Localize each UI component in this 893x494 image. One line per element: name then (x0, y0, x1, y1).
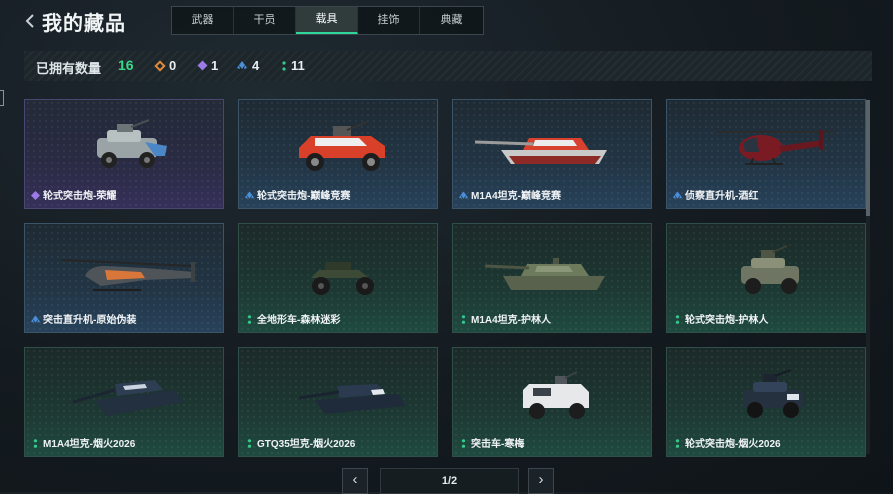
tank-image (298, 384, 405, 414)
green-rarity-value: 11 (291, 58, 305, 73)
owned-stats-bar: 已拥有数量 16 0 1 4 11 (24, 51, 872, 81)
collection-grid: 轮式突击炮-荣耀 轮式突击炮-巅峰竞赛 M1A4坦克-巅峰竞赛 侦察直升机-酒红… (24, 99, 870, 457)
purple-rarity-icon (31, 191, 40, 200)
page-title: 我的藏品 (42, 13, 126, 35)
item-name: M1A4坦克-巅峰竞赛 (471, 191, 562, 202)
collection-card[interactable]: 轮式突击炮-巅峰竞赛 (238, 99, 438, 209)
blue-rarity-icon (237, 61, 247, 69)
collection-card[interactable]: 突击车-寒梅 (452, 347, 652, 457)
buggy-image (299, 121, 385, 171)
top-bar: 我的藏品 武器 干员 载具 挂饰 典藏 (0, 0, 893, 44)
collection-card[interactable]: M1A4坦克-烟火2026 (24, 347, 224, 457)
helicopter-image (717, 130, 833, 165)
green-rarity-icon (461, 439, 466, 448)
tank-image (474, 138, 607, 164)
tank-image (484, 258, 605, 290)
blue-rarity-count: 4 (237, 58, 259, 73)
owned-count-total: 16 (118, 57, 134, 73)
chevron-left-icon: ‹ (352, 471, 358, 488)
green-rarity-icon (247, 315, 252, 324)
armored-car-image (97, 119, 167, 168)
item-name: M1A4坦克-护林人 (471, 315, 552, 326)
page-indicator: 1/2 (380, 468, 519, 494)
next-page-button[interactable]: › (528, 468, 554, 494)
tab-weapons[interactable]: 武器 (172, 7, 234, 34)
item-name: 轮式突击炮-烟火2026 (685, 439, 781, 450)
collection-card[interactable]: 轮式突击炮-护林人 (666, 223, 866, 333)
armored-car-image (741, 245, 799, 294)
blue-rarity-icon (673, 191, 682, 199)
collection-card[interactable]: M1A4坦克-巅峰竞赛 (452, 99, 652, 209)
green-rarity-icon (247, 439, 252, 448)
chevron-left-icon (25, 14, 34, 28)
orange-rarity-value: 0 (169, 58, 177, 73)
collection-card[interactable]: 突击直升机-原始伪装 (24, 223, 224, 333)
tank-image (72, 380, 183, 416)
scrollbar-thumb[interactable] (866, 100, 870, 216)
collection-card[interactable]: M1A4坦克-护林人 (452, 223, 652, 333)
item-name: 轮式突击炮-护林人 (685, 315, 769, 326)
purple-rarity-icon (197, 60, 208, 71)
tab-operators[interactable]: 干员 (234, 7, 296, 34)
chevron-right-icon: › (538, 471, 544, 488)
orange-rarity-icon (154, 59, 166, 72)
attack-helicopter-image (60, 259, 196, 291)
category-tabs: 武器 干员 载具 挂饰 典藏 (171, 6, 484, 35)
blue-rarity-icon (31, 315, 40, 323)
item-name: 全地形车-森林迷彩 (257, 315, 341, 326)
item-name: 侦察直升机-酒红 (685, 191, 759, 202)
item-name: M1A4坦克-烟火2026 (43, 439, 136, 450)
truck-image (523, 371, 589, 419)
collection-card[interactable]: 轮式突击炮-烟火2026 (666, 347, 866, 457)
collection-card[interactable]: 轮式突击炮-荣耀 (24, 99, 224, 209)
green-rarity-icon (675, 315, 680, 324)
atv-image (311, 262, 374, 295)
collection-card[interactable]: GTQ35坦克-烟火2026 (238, 347, 438, 457)
orange-rarity-count: 0 (154, 58, 177, 73)
tab-charms[interactable]: 挂饰 (358, 7, 420, 34)
purple-rarity-count: 1 (197, 58, 219, 73)
item-name: 突击直升机-原始伪装 (43, 315, 137, 326)
green-rarity-icon (675, 439, 680, 448)
purple-rarity-value: 1 (211, 58, 219, 73)
blue-rarity-value: 4 (252, 58, 260, 73)
green-rarity-icon (33, 439, 38, 448)
item-name: 突击车-寒梅 (471, 439, 525, 450)
green-rarity-icon (282, 60, 286, 71)
blue-rarity-icon (459, 191, 468, 199)
item-name: GTQ35坦克-烟火2026 (257, 439, 356, 450)
side-handle (0, 90, 4, 106)
tab-vehicles[interactable]: 载具 (296, 7, 358, 34)
blue-rarity-icon (245, 191, 254, 199)
collection-card[interactable]: 全地形车-森林迷彩 (238, 223, 438, 333)
collection-card[interactable]: 侦察直升机-酒红 (666, 99, 866, 209)
item-name: 轮式突击炮-荣耀 (43, 191, 117, 202)
owned-count-label: 已拥有数量 (36, 61, 102, 76)
item-name: 轮式突击炮-巅峰竞赛 (257, 191, 351, 202)
prev-page-button[interactable]: ‹ (342, 468, 368, 494)
green-rarity-count: 11 (282, 58, 305, 73)
green-rarity-icon (461, 315, 466, 324)
back-button[interactable] (24, 12, 40, 30)
tab-collection[interactable]: 典藏 (420, 7, 483, 34)
armored-car-image (743, 369, 803, 418)
